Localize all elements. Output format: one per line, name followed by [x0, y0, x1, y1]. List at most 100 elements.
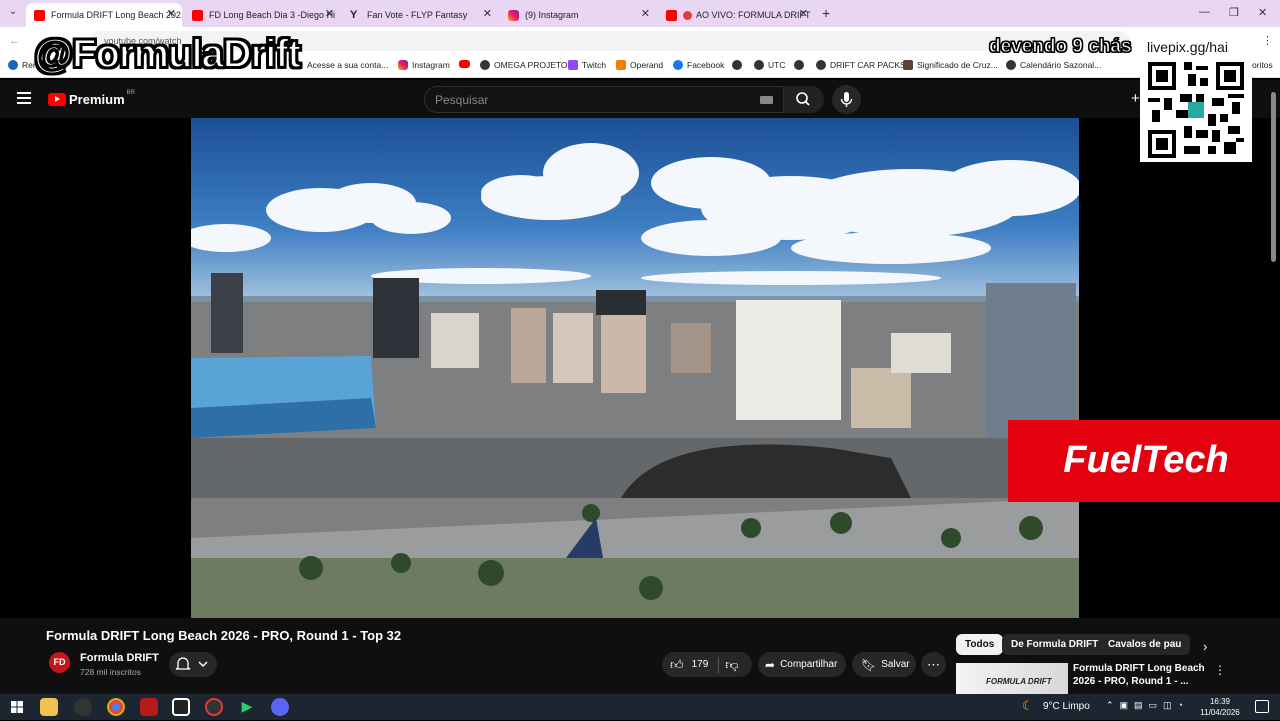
- chrome-icon[interactable]: [107, 698, 125, 716]
- tab-formula-drift-long-beach[interactable]: Formula DRIFT Long Beach 202 ✕: [26, 3, 182, 27]
- bookmark-youtube[interactable]: [459, 60, 474, 68]
- tab-label: Formula DRIFT Long Beach 202: [51, 10, 181, 20]
- thumbs-up-icon[interactable]: 👍︎: [670, 657, 684, 673]
- weather-text[interactable]: 9°C Limpo: [1043, 701, 1090, 712]
- tab-list-chevron-icon[interactable]: ⌄: [5, 6, 21, 22]
- bookmark-label: Twitch: [582, 60, 607, 70]
- taskbar-clock[interactable]: 16:39 11/04/2026: [1200, 696, 1240, 718]
- bookmark-acesse-conta[interactable]: Acesse a sua conta...: [297, 60, 388, 70]
- hamburger-menu-icon[interactable]: [17, 92, 31, 104]
- search-placeholder: Pesquisar: [435, 93, 489, 107]
- browser-tab-bar: ⌄ Formula DRIFT Long Beach 202 ✕ FD Long…: [0, 0, 1280, 27]
- page-scrollbar[interactable]: [1271, 92, 1276, 262]
- close-tab-icon[interactable]: ✕: [799, 7, 808, 20]
- clock-date: 11/04/2026: [1200, 708, 1240, 717]
- bookmark-label: Calendário Sazonal...: [1020, 60, 1102, 70]
- recommended-thumbnail[interactable]: FORMULA DRIFT: [956, 663, 1068, 694]
- bookmark-icon: [8, 60, 18, 70]
- thumbs-down-icon[interactable]: 👎︎: [725, 657, 738, 673]
- bookmark-omega-projeto[interactable]: OMEGA PROJETO: [480, 60, 568, 70]
- globe-icon: [480, 60, 490, 70]
- save-button[interactable]: 🔖︎ Salvar: [852, 652, 916, 677]
- moon-weather-icon: ☾: [1022, 698, 1034, 713]
- share-button[interactable]: ➦ Compartilhar: [758, 652, 846, 677]
- keyboard-icon[interactable]: [760, 96, 773, 104]
- bookmark-utc[interactable]: UTC: [754, 60, 785, 70]
- search-input[interactable]: Pesquisar: [424, 86, 784, 113]
- recommended-menu-icon[interactable]: ⋮: [1214, 663, 1226, 677]
- file-explorer-icon[interactable]: [40, 698, 58, 716]
- voice-search-button[interactable]: [832, 85, 861, 114]
- notifications-icon[interactable]: [1255, 700, 1269, 713]
- globe-icon: [732, 60, 742, 70]
- bookmark-globe[interactable]: [732, 60, 746, 70]
- like-count: 179: [691, 659, 709, 670]
- recorder-icon[interactable]: [205, 698, 223, 716]
- back-arrow-icon[interactable]: ←: [9, 35, 20, 47]
- bookmark-favoritos[interactable]: oritos: [1252, 60, 1273, 70]
- close-window-icon[interactable]: ✕: [1258, 6, 1267, 19]
- close-tab-icon[interactable]: ✕: [167, 7, 176, 20]
- bookmark-significado-cruz[interactable]: Significado de Cruz...: [903, 60, 998, 70]
- discord-icon[interactable]: [271, 698, 289, 716]
- youtube-logo[interactable]: Premium BR: [48, 90, 135, 107]
- bookmark-label: DRIFT CAR PACKS: [830, 60, 906, 70]
- microphone-icon: [840, 92, 853, 107]
- instagram-icon: [398, 60, 408, 70]
- fueltech-wordmark: FuelTech: [1063, 439, 1228, 481]
- youtube-icon: [666, 9, 677, 21]
- thumbnail-text: FORMULA DRIFT: [986, 677, 1052, 686]
- create-plus-icon[interactable]: +: [1131, 90, 1140, 107]
- tab-fd-long-beach-dia-3[interactable]: FD Long Beach Dia 3 -Diego Hi ✕: [184, 3, 340, 27]
- system-tray-icons[interactable]: ⌃▣▤▭◫◔: [1106, 700, 1189, 711]
- play-app-icon[interactable]: ▶: [238, 698, 256, 716]
- y-icon: Y: [350, 8, 358, 21]
- chips-next-chevron-icon[interactable]: ›: [1203, 639, 1207, 654]
- notification-bell-button[interactable]: [169, 652, 217, 677]
- bookmark-operand[interactable]: Operand: [616, 60, 663, 70]
- bookmark-drift-car-packs[interactable]: DRIFT CAR PACKS: [816, 60, 906, 70]
- bookmark-label: Instagram: [412, 60, 450, 70]
- tab-fan-vote[interactable]: Y Fan Vote - FLYP Fantasy ✕: [342, 3, 498, 27]
- tab-instagram[interactable]: (9) Instagram ✕: [500, 3, 656, 27]
- video-player[interactable]: [191, 118, 1079, 618]
- youtube-icon: [459, 60, 470, 68]
- bookmark-label: Operand: [630, 60, 664, 70]
- tab-ao-vivo[interactable]: AO VIVO: FORMULA DRIFT ✕: [658, 3, 814, 27]
- bookmark-globe-2[interactable]: [794, 60, 808, 70]
- bookmark-instagram[interactable]: Instagram: [398, 60, 450, 70]
- chip-cavalos-de-pau[interactable]: Cavalos de pau: [1099, 634, 1191, 655]
- chip-todos[interactable]: Todos: [956, 634, 1004, 655]
- channel-avatar[interactable]: FD: [49, 652, 70, 673]
- youtube-icon: [34, 9, 45, 21]
- chip-de-formula-drift[interactable]: De Formula DRIFT: [1002, 634, 1108, 655]
- bookmark-facebook[interactable]: Facebook: [673, 60, 724, 70]
- game-app-icon[interactable]: [140, 698, 158, 716]
- more-actions-icon[interactable]: ⋯: [921, 652, 946, 677]
- share-arrow-icon: ➦: [765, 657, 776, 672]
- channel-name[interactable]: Formula DRIFT: [80, 652, 159, 664]
- obs-icon[interactable]: [74, 698, 92, 716]
- new-tab-plus-icon[interactable]: +: [822, 5, 830, 21]
- restore-icon[interactable]: ❐: [1229, 6, 1239, 19]
- steam-like-icon[interactable]: [172, 698, 190, 716]
- close-tab-icon[interactable]: ✕: [641, 7, 650, 20]
- minimize-icon[interactable]: —: [1199, 6, 1210, 18]
- livepix-url: livepix.gg/hai: [1147, 39, 1228, 55]
- instagram-icon: [508, 9, 519, 21]
- windows-start-icon[interactable]: [8, 698, 26, 716]
- youtube-play-icon: [48, 93, 66, 106]
- logo-text: Premium: [69, 92, 125, 107]
- stream-handle-overlay: @FormulaDrift: [33, 31, 302, 77]
- recommended-title[interactable]: Formula DRIFT Long Beach 2026 - PRO, Rou…: [1073, 662, 1208, 688]
- search-button[interactable]: [784, 86, 824, 113]
- globe-icon: [1006, 60, 1016, 70]
- facebook-icon: [673, 60, 683, 70]
- close-tab-icon[interactable]: ✕: [483, 7, 492, 20]
- menu-dots-icon[interactable]: ⋮: [1262, 34, 1273, 47]
- bookmark-label: UTC: [768, 60, 786, 70]
- bookmark-calendario-sazonal[interactable]: Calendário Sazonal...: [1006, 60, 1101, 70]
- qr-code: [1148, 62, 1244, 158]
- bookmark-twitch[interactable]: Twitch: [568, 60, 606, 70]
- close-tab-icon[interactable]: ✕: [325, 7, 334, 20]
